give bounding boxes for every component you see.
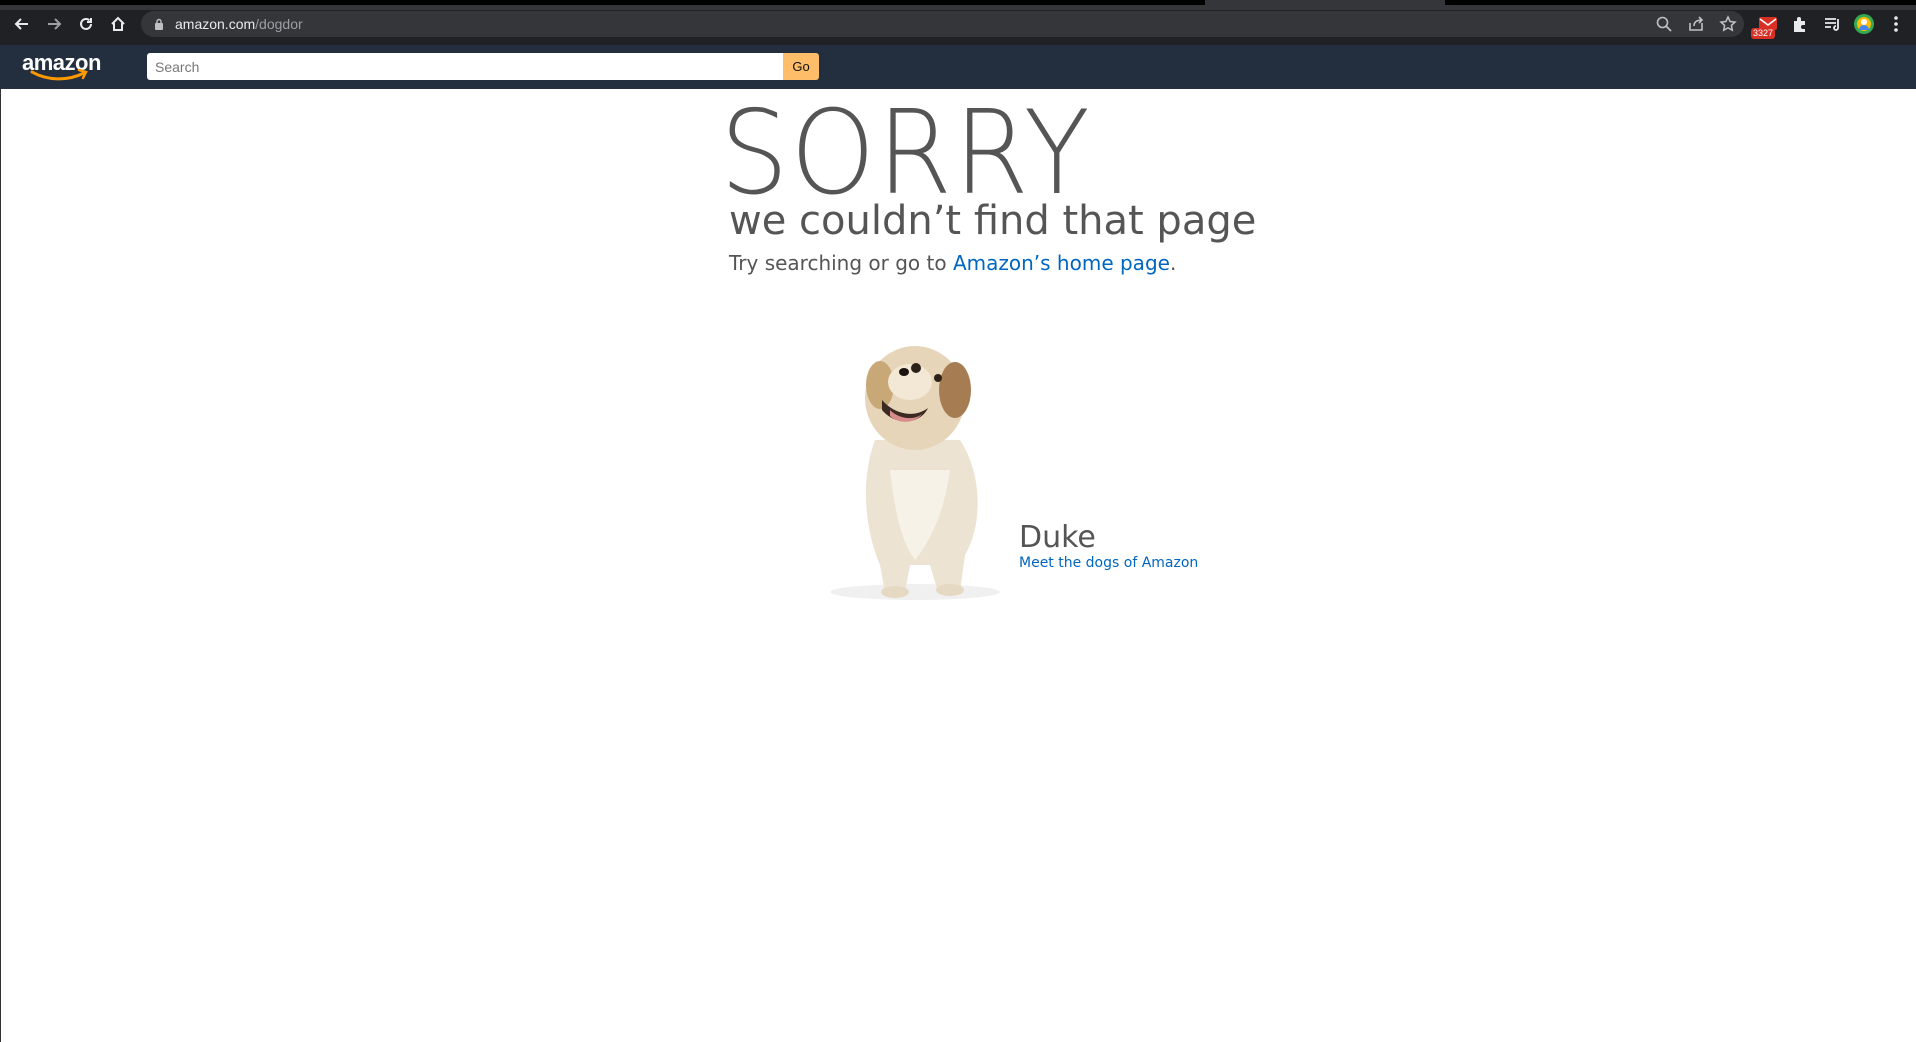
lock-icon[interactable]	[154, 18, 164, 30]
tab-strip	[0, 0, 1916, 10]
profile-avatar-icon[interactable]	[1853, 13, 1875, 35]
url-path: /dogdor	[255, 16, 303, 32]
meet-dogs-link[interactable]: Meet the dogs of Amazon	[1019, 555, 1198, 571]
amazon-header: amazon Go	[0, 45, 1916, 89]
reload-icon[interactable]	[75, 13, 97, 35]
try-searching-text: Try searching or go to Amazon’s home pag…	[729, 251, 1176, 275]
page-left-border	[0, 89, 1, 1042]
amazon-logo[interactable]: amazon	[22, 50, 104, 82]
share-icon[interactable]	[1687, 15, 1705, 33]
search-input[interactable]	[147, 53, 783, 80]
tab-strip-dark-segment	[1445, 0, 1916, 5]
bookmark-star-icon[interactable]	[1719, 15, 1737, 33]
error-subtitle: we couldn’t find that page	[729, 198, 1257, 244]
reading-list-icon[interactable]	[1821, 13, 1843, 35]
menu-dots-icon[interactable]	[1885, 13, 1907, 35]
url-text[interactable]: amazon.com/dogdor	[175, 16, 303, 32]
url-host: amazon.com	[175, 16, 256, 32]
extension-badge: 3327	[1751, 28, 1776, 39]
dog-name: Duke	[1019, 520, 1096, 555]
address-bar[interactable]: amazon.com/dogdor	[141, 11, 1744, 37]
sorry-title: SORRY	[720, 96, 1092, 212]
amazon-smile-icon	[30, 69, 88, 81]
zoom-icon[interactable]	[1655, 15, 1673, 33]
tab-strip-dark-segment	[0, 0, 1205, 5]
try-suffix: .	[1169, 251, 1177, 275]
back-icon[interactable]	[11, 13, 33, 35]
forward-icon[interactable]	[43, 13, 65, 35]
browser-toolbar: amazon.com/dogdor 3327	[0, 0, 1916, 45]
home-icon[interactable]	[107, 13, 129, 35]
try-prefix: Try searching or go to	[729, 251, 953, 275]
dog-photo	[830, 346, 1000, 600]
amazon-home-link[interactable]: Amazon’s home page	[953, 251, 1170, 275]
extensions-puzzle-icon[interactable]	[1789, 13, 1811, 35]
go-button[interactable]: Go	[783, 53, 819, 80]
